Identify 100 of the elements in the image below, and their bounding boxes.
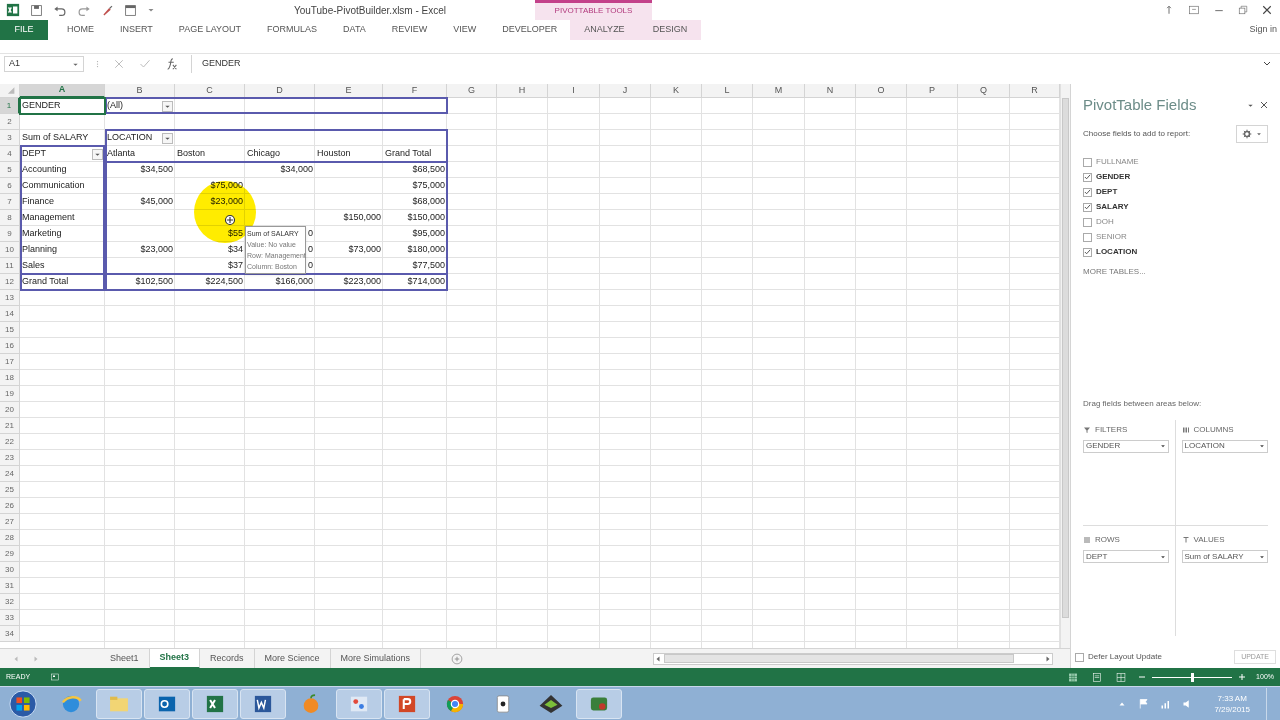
page-layout-view-icon[interactable] (1092, 672, 1103, 682)
new-sheet-icon[interactable] (451, 652, 464, 665)
checkbox[interactable] (1083, 187, 1092, 197)
row-header[interactable]: 27 (0, 514, 20, 530)
ribbon-tab[interactable]: DEVELOPER (489, 20, 571, 40)
ribbon-tab[interactable]: DATA (330, 20, 379, 40)
ribbon-tab[interactable]: DESIGN (638, 20, 702, 40)
customize-caret-icon[interactable] (147, 6, 155, 14)
checkbox[interactable] (1075, 652, 1084, 662)
ribbon-tab[interactable]: INSERT (107, 20, 166, 40)
column-header[interactable]: P (907, 84, 958, 98)
row-header[interactable]: 34 (0, 626, 20, 642)
expand-caret-icon[interactable] (1262, 60, 1272, 68)
name-box[interactable]: A1 (4, 56, 84, 72)
ribbon-display-icon[interactable] (1188, 5, 1200, 15)
field-label[interactable]: DEPT (1096, 186, 1118, 198)
column-header[interactable]: D (245, 84, 315, 98)
row-header[interactable]: 12 (0, 274, 20, 290)
row-header[interactable]: 15 (0, 322, 20, 338)
ribbon-tab[interactable]: FILE (0, 20, 48, 40)
zoom-in-icon[interactable] (1238, 673, 1247, 681)
insert-function-icon[interactable] (165, 57, 179, 71)
row-header[interactable]: 7 (0, 194, 20, 210)
row-header[interactable]: 29 (0, 546, 20, 562)
filter-button[interactable] (92, 148, 103, 160)
row-header[interactable]: 11 (0, 258, 20, 274)
column-header[interactable]: O (856, 84, 907, 98)
checkbox-label[interactable]: Defer Layout Update (1088, 651, 1162, 663)
row-header[interactable]: 19 (0, 386, 20, 402)
row-header[interactable]: 26 (0, 498, 20, 514)
ribbon-tab[interactable]: FORMULAS (254, 20, 331, 40)
checkbox[interactable] (1083, 157, 1092, 167)
scroll-left-icon[interactable] (654, 654, 663, 663)
checkbox[interactable] (1083, 172, 1092, 182)
area-field[interactable]: GENDER (1083, 439, 1169, 453)
column-header[interactable]: I (548, 84, 600, 98)
page-break-view-icon[interactable] (1116, 672, 1127, 682)
row-header[interactable]: 14 (0, 306, 20, 322)
column-header[interactable]: A (20, 84, 105, 98)
sign-in-link[interactable]: Sign in (1249, 20, 1280, 40)
zoom-out-icon[interactable] (1138, 673, 1147, 681)
select-all-corner[interactable] (0, 84, 20, 98)
field-label[interactable]: DOH (1096, 216, 1114, 228)
row-header[interactable]: 17 (0, 354, 20, 370)
row-header[interactable]: 16 (0, 338, 20, 354)
column-header[interactable]: H (497, 84, 548, 98)
restore-icon[interactable] (1238, 5, 1248, 15)
row-header[interactable]: 22 (0, 434, 20, 450)
column-header[interactable]: G (447, 84, 497, 98)
column-header[interactable]: R (1010, 84, 1060, 98)
field-label[interactable]: GENDER (1096, 171, 1131, 183)
area-field[interactable]: LOCATION (1181, 439, 1268, 453)
start-button[interactable] (8, 688, 38, 719)
column-header[interactable]: K (651, 84, 702, 98)
row-header[interactable]: 3 (0, 130, 20, 146)
column-header[interactable]: M (753, 84, 805, 98)
field-label[interactable]: LOCATION (1096, 246, 1138, 258)
cancel-icon[interactable] (113, 58, 125, 70)
more-tables-link[interactable]: MORE TABLES... (1083, 265, 1268, 278)
row-header[interactable]: 9 (0, 226, 20, 242)
row-header[interactable]: 31 (0, 578, 20, 594)
normal-view-icon[interactable] (1068, 672, 1079, 682)
column-header[interactable]: B (105, 84, 175, 98)
close-icon[interactable] (1262, 5, 1272, 15)
row-header[interactable]: 32 (0, 594, 20, 610)
vertical-scrollbar[interactable] (1060, 84, 1070, 648)
scroll-thumb[interactable] (1062, 98, 1069, 618)
field-label[interactable]: SALARY (1096, 201, 1129, 213)
row-header[interactable]: 25 (0, 482, 20, 498)
taskbar-button[interactable] (384, 688, 430, 719)
row-header[interactable]: 13 (0, 290, 20, 306)
row-header[interactable]: 24 (0, 466, 20, 482)
column-header[interactable]: F (383, 84, 447, 98)
column-header[interactable]: E (315, 84, 383, 98)
scroll-thumb[interactable] (664, 654, 1015, 663)
area-field[interactable]: Sum of SALARY (1181, 550, 1268, 563)
filter-button[interactable] (162, 132, 173, 144)
column-header[interactable]: C (175, 84, 245, 98)
tools-button[interactable] (1236, 124, 1268, 143)
taskbar-button[interactable] (144, 688, 190, 719)
row-header[interactable]: 1 (0, 98, 20, 114)
macro-record-icon[interactable] (50, 673, 61, 681)
row-header[interactable]: 28 (0, 530, 20, 546)
taskbar-button[interactable] (192, 688, 238, 719)
ribbon-tab[interactable]: ANALYZE (570, 20, 639, 40)
ribbon-tab[interactable]: HOME (54, 20, 107, 40)
row-header[interactable]: 2 (0, 114, 20, 130)
row-header[interactable]: 6 (0, 178, 20, 194)
horizontal-scrollbar[interactable] (653, 652, 1054, 665)
column-header[interactable]: L (702, 84, 753, 98)
field-label[interactable]: SENIOR (1096, 231, 1127, 243)
ribbon-tab[interactable]: VIEW (440, 20, 490, 40)
row-header[interactable]: 20 (0, 402, 20, 418)
field-label[interactable]: FULLNAME (1096, 156, 1139, 168)
form-icon[interactable] (124, 3, 137, 17)
save-icon[interactable] (30, 3, 43, 17)
row-header[interactable]: 30 (0, 562, 20, 578)
taskbar-button[interactable] (576, 688, 622, 719)
row-header[interactable]: 18 (0, 370, 20, 386)
row-header[interactable]: 10 (0, 242, 20, 258)
